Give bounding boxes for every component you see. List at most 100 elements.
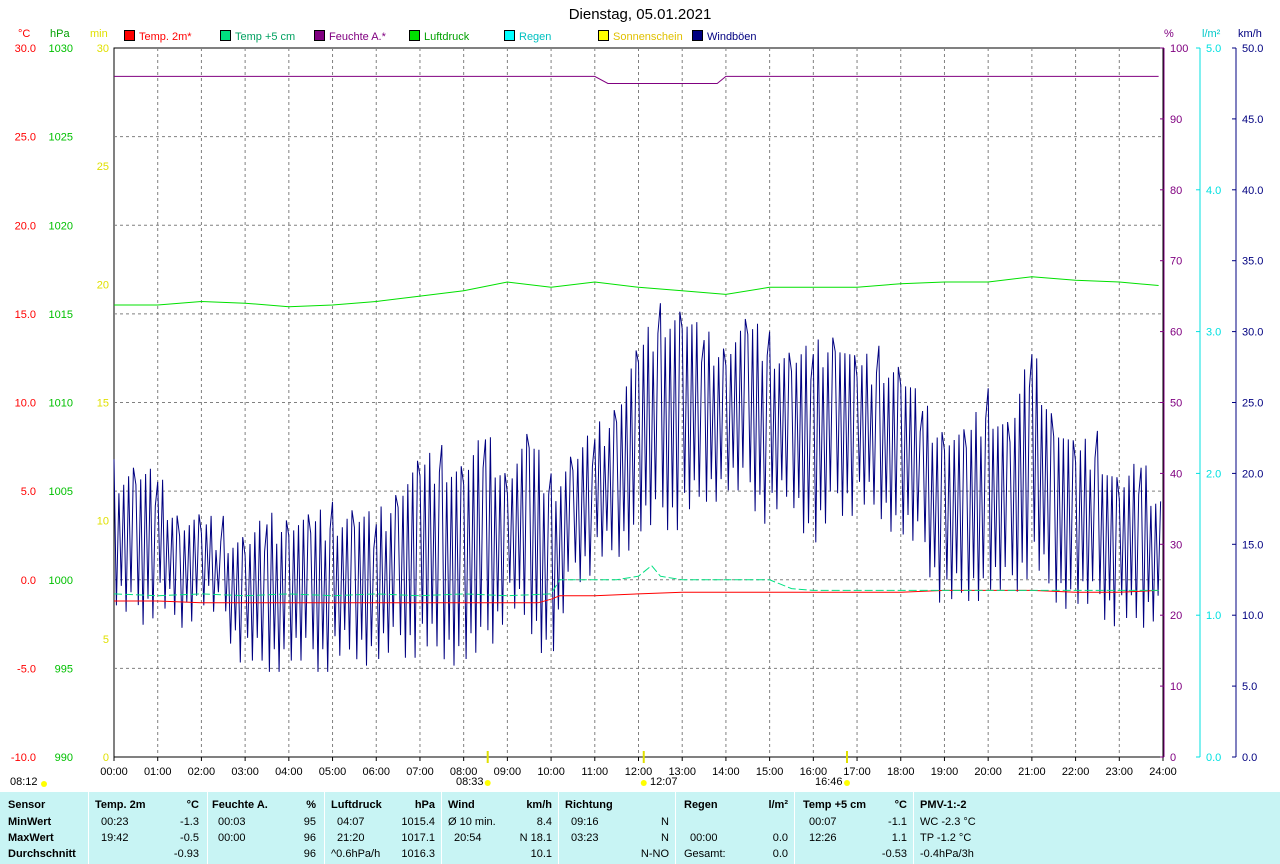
table-unit: hPa — [414, 799, 435, 811]
temp-tick-label: -10.0 — [11, 752, 36, 764]
x-tick-label: 05:00 — [319, 766, 347, 778]
wind-tick-label: 30.0 — [1242, 327, 1263, 339]
pressure-tick-label: 1020 — [49, 220, 73, 232]
wind-tick-label: 35.0 — [1242, 256, 1263, 268]
rain-tick-label: 2.0 — [1206, 468, 1221, 480]
table-header: Richtung — [565, 799, 613, 811]
table-cell: N — [661, 816, 669, 828]
sun-tick-label: 30 — [97, 43, 109, 55]
x-tick-label: 23:00 — [1106, 766, 1134, 778]
x-tick-label: 03:00 — [231, 766, 259, 778]
pressure-tick-label: 1010 — [49, 398, 73, 410]
wind-tick-label: 50.0 — [1242, 43, 1263, 55]
x-tick-label: 11:00 — [581, 766, 608, 778]
table-cell: 0.0 — [772, 848, 788, 860]
temp-tick-label: 15.0 — [15, 309, 36, 321]
table-cell: -0.4hPa/3h — [920, 848, 974, 860]
table-header: Wind — [448, 799, 475, 811]
x-tick-label: 19:00 — [931, 766, 959, 778]
table-col-wind: Wind km/h Ø 10 min. 8.4 20:54 N 18.1 10.… — [442, 792, 558, 864]
table-cell: Ø 10 min. — [448, 816, 496, 828]
rain-tick-label: 3.0 — [1206, 327, 1221, 339]
table-unit: % — [306, 799, 316, 811]
table-cell: 1017.1 — [401, 832, 435, 844]
table-unit: °C — [894, 799, 907, 811]
table-cell: 00:03 — [218, 816, 246, 828]
rain-tick-label: 4.0 — [1206, 185, 1221, 197]
table-cell: 1.1 — [891, 832, 907, 844]
temp-tick-label: 0.0 — [21, 575, 36, 587]
table-col-humidity: Feuchte A. % 00:03 95 00:00 96 96 — [208, 792, 324, 864]
row-label-min: MinWert — [8, 816, 52, 828]
table-cell: 00:07 — [809, 816, 837, 828]
sun-marker-label-2: 12:07 — [650, 776, 678, 788]
table-cell: N 18.1 — [519, 832, 552, 844]
pressure-tick-label: 1025 — [49, 132, 73, 144]
table-col-rain: Regen l/m² 00:00 0.0 Gesamt: 0.0 — [676, 792, 794, 864]
humidity-tick-label: 0 — [1170, 752, 1176, 764]
humidity-tick-label: 50 — [1170, 398, 1182, 410]
x-tick-label: 18:00 — [887, 766, 915, 778]
pressure-tick-label: 995 — [55, 663, 73, 675]
table-cell: 03:23 — [571, 832, 599, 844]
temp-tick-label: 30.0 — [15, 43, 36, 55]
wind-tick-label: 5.0 — [1242, 681, 1257, 693]
wind-tick-label: 15.0 — [1242, 539, 1263, 551]
humidity-tick-label: 100 — [1170, 43, 1188, 55]
x-tick-label: 12:00 — [625, 766, 653, 778]
table-unit: km/h — [526, 799, 552, 811]
table-cell: 00:00 — [218, 832, 246, 844]
humidity-tick-label: 70 — [1170, 256, 1182, 268]
temp-tick-label: 10.0 — [15, 398, 36, 410]
humidity-tick-label: 40 — [1170, 468, 1182, 480]
sun-marker-label-3: 16:46 — [815, 776, 843, 788]
table-cell: 96 — [303, 848, 316, 860]
wind-tick-label: 45.0 — [1242, 114, 1263, 126]
row-label-max: MaxWert — [8, 832, 54, 844]
table-cell: -0.53 — [881, 848, 907, 860]
table-cell: 10.1 — [530, 848, 552, 860]
table-cell: 04:07 — [337, 816, 365, 828]
table-col-pressure: Luftdruck hPa 04:07 1015.4 21:20 1017.1 … — [325, 792, 441, 864]
pressure-tick-label: 1015 — [49, 309, 73, 321]
temp-tick-label: 25.0 — [15, 132, 36, 144]
table-header: Sensor — [8, 799, 46, 811]
sun-marker-label-1: 08:33 — [456, 776, 484, 788]
table-header: Regen — [684, 799, 718, 811]
temp-tick-label: 20.0 — [15, 220, 36, 232]
x-tick-label: 02:00 — [188, 766, 216, 778]
wind-tick-label: 40.0 — [1242, 185, 1263, 197]
table-cell: -1.3 — [180, 816, 199, 828]
sunrise-label: 08:12 — [10, 776, 38, 788]
x-tick-label: 20:00 — [974, 766, 1002, 778]
table-header: Temp +5 cm — [803, 799, 867, 811]
rain-tick-label: 1.0 — [1206, 610, 1221, 622]
temp-tick-label: 5.0 — [21, 486, 36, 498]
x-tick-label: 00:00 — [100, 766, 128, 778]
humidity-tick-label: 90 — [1170, 114, 1182, 126]
table-header: PMV-1:-2 — [920, 799, 967, 811]
wind-tick-label: 25.0 — [1242, 398, 1263, 410]
sun-tick-label: 10 — [97, 516, 109, 528]
x-tick-label: 21:00 — [1018, 766, 1046, 778]
table-cell: 1016.3 — [401, 848, 435, 860]
x-tick-label: 06:00 — [362, 766, 390, 778]
x-tick-label: 04:00 — [275, 766, 303, 778]
table-cell: 19:42 — [101, 832, 129, 844]
x-tick-label: 17:00 — [843, 766, 871, 778]
table-cell: ^0.6hPa/h — [331, 848, 381, 860]
table-cell: WC -2.3 °C — [920, 816, 976, 828]
table-cell: -0.93 — [173, 848, 199, 860]
wind-tick-label: 20.0 — [1242, 468, 1263, 480]
table-cell: 96 — [303, 832, 316, 844]
weather-chart: 00:00 01:00 02:00 03:00 04:00 05:00 06:00 07:00… — [11, 43, 1263, 787]
table-col-pmv: PMV-1:-2 WC -2.3 °C TP -1.2 °C -0.4hPa/3… — [914, 792, 1034, 864]
table-cell: 21:20 — [337, 832, 365, 844]
humidity-tick-label: 30 — [1170, 539, 1182, 551]
table-cell: 0.0 — [772, 832, 788, 844]
table-col-temp5cm: Temp +5 cm °C 00:07 -1.1 12:26 1.1 -0.53 — [795, 792, 913, 864]
table-cell: 00:23 — [101, 816, 129, 828]
humidity-tick-label: 20 — [1170, 610, 1182, 622]
sun-tick-label: 5 — [103, 634, 109, 646]
x-tick-label: 10:00 — [537, 766, 565, 778]
